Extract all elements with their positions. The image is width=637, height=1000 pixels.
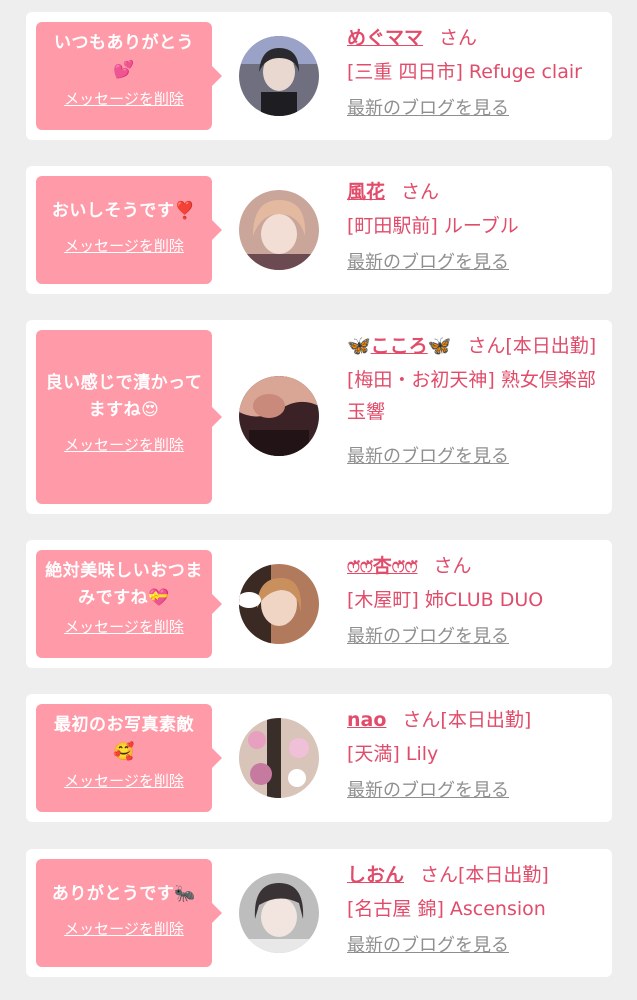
delete-message-link[interactable]: メッセージを削除: [42, 770, 206, 791]
avatar[interactable]: [239, 36, 319, 116]
shop-name: [町田駅前] ルーブル: [347, 215, 519, 237]
latest-blog-link[interactable]: 最新のブログを見る: [347, 931, 603, 957]
name-suffix: さん: [401, 181, 440, 203]
message-bubble: いつもありがとう 💕 メッセージを削除: [36, 22, 222, 130]
heart-eyes-icon: 😍: [141, 400, 160, 420]
message-bubble: 絶対美味しいおつまみですね💝 メッセージを削除: [36, 550, 222, 658]
two-hearts-icon: 💕: [113, 60, 135, 80]
latest-blog-link[interactable]: 最新のブログを見る: [347, 776, 603, 802]
delete-message-link[interactable]: メッセージを削除: [42, 235, 206, 256]
message-list: いつもありがとう 💕 メッセージを削除 めぐママ さん [三重 四日市] Refug…: [0, 0, 637, 1000]
sender-name-link[interactable]: 風花: [347, 181, 385, 203]
sender-info: 風花 さん [町田駅前] ルーブル 最新のブログを見る: [347, 176, 603, 274]
name-suffix: さん[本日出勤]: [467, 335, 597, 357]
butterfly-icon: 🦋: [427, 335, 452, 357]
name-suffix: さん: [433, 555, 472, 577]
avatar[interactable]: [239, 376, 319, 456]
message-card: おいしそうです❣️ メッセージを削除 風花 さん [町田駅前] ルーブル 最新のブ…: [26, 166, 612, 294]
latest-blog-link[interactable]: 最新のブログを見る: [347, 248, 603, 274]
latest-blog-link[interactable]: 最新のブログを見る: [347, 622, 603, 648]
sender-info: ෆ̈ෆ̈杏ෆ̈ෆ̈ さん [木屋町] 姉CLUB DUO 最新のブログを見る: [347, 550, 603, 648]
sender-info: しおん さん[本日出勤] [名古屋 錦] Ascension 最新のブログを見る: [347, 859, 603, 957]
message-bubble: 良い感じで漬かってますね😍 メッセージを削除: [36, 330, 222, 504]
sender-name-link[interactable]: 🦋こころ🦋: [347, 335, 451, 357]
message-text: いつもありがとう 💕: [42, 30, 206, 84]
delete-message-link[interactable]: メッセージを削除: [42, 88, 206, 109]
avatar[interactable]: [239, 564, 319, 644]
message-text: 最初のお写真素敵 🥰: [42, 712, 206, 766]
ant-icon: 🐜: [174, 884, 197, 904]
message-card: 絶対美味しいおつまみですね💝 メッセージを削除 ෆ̈ෆ̈杏ෆ̈ෆ̈ さん [木屋町…: [26, 540, 612, 668]
avatar[interactable]: [239, 190, 319, 270]
message-card: ありがとうです🐜 メッセージを削除 しおん さん[本日出勤] [名古屋 錦] As…: [26, 849, 612, 977]
message-card: いつもありがとう 💕 メッセージを削除 めぐママ さん [三重 四日市] Refug…: [26, 12, 612, 140]
shop-name: [梅田・お初天神] 熟女倶楽部 玉響: [347, 369, 596, 423]
message-card: 最初のお写真素敵 🥰 メッセージを削除 nao さん[本日出勤] [天満] Lily…: [26, 694, 612, 822]
name-suffix: さん[本日出勤]: [420, 864, 549, 886]
heart-ribbon-icon: 💝: [148, 588, 170, 608]
sender-info: 🦋こころ🦋 さん[本日出勤] [梅田・お初天神] 熟女倶楽部 玉響 最新のブログを…: [347, 330, 603, 468]
message-bubble: おいしそうです❣️ メッセージを削除: [36, 176, 222, 284]
delete-message-link[interactable]: メッセージを削除: [42, 434, 206, 455]
sender-name-link[interactable]: nao: [347, 709, 386, 731]
message-text: 絶対美味しいおつまみですね💝: [42, 558, 206, 612]
avatar[interactable]: [239, 718, 319, 798]
name-suffix: さん: [439, 27, 478, 49]
heart-exclamation-icon: ❣️: [174, 201, 197, 221]
butterfly-icon: 🦋: [347, 335, 371, 357]
name-suffix: さん[本日出勤]: [402, 709, 532, 731]
shop-name: [三重 四日市] Refuge clair: [347, 61, 582, 83]
avatar[interactable]: [239, 873, 319, 953]
delete-message-link[interactable]: メッセージを削除: [42, 918, 206, 939]
sender-info: めぐママ さん [三重 四日市] Refuge clair 最新のブログを見る: [347, 22, 603, 120]
sender-name-link[interactable]: ෆ̈ෆ̈杏ෆ̈ෆ̈: [347, 555, 417, 577]
sender-name-link[interactable]: めぐママ: [347, 27, 423, 49]
sender-info: nao さん[本日出勤] [天満] Lily 最新のブログを見る: [347, 704, 603, 802]
shop-name: [木屋町] 姉CLUB DUO: [347, 589, 544, 611]
message-text: おいしそうです❣️: [42, 198, 206, 225]
delete-message-link[interactable]: メッセージを削除: [42, 616, 206, 637]
shop-name: [名古屋 錦] Ascension: [347, 898, 546, 920]
message-text: ありがとうです🐜: [42, 881, 206, 908]
message-bubble: ありがとうです🐜 メッセージを削除: [36, 859, 222, 967]
shop-name: [天満] Lily: [347, 743, 439, 765]
latest-blog-link[interactable]: 最新のブログを見る: [347, 94, 603, 120]
smiling-hearts-icon: 🥰: [113, 742, 135, 762]
message-text: 良い感じで漬かってますね😍: [42, 370, 206, 424]
message-bubble: 最初のお写真素敵 🥰 メッセージを削除: [36, 704, 222, 812]
message-card: 良い感じで漬かってますね😍 メッセージを削除 🦋こころ🦋 さん[本日出勤] [梅田…: [26, 320, 612, 514]
latest-blog-link[interactable]: 最新のブログを見る: [347, 442, 603, 468]
sender-name-link[interactable]: しおん: [347, 864, 404, 886]
